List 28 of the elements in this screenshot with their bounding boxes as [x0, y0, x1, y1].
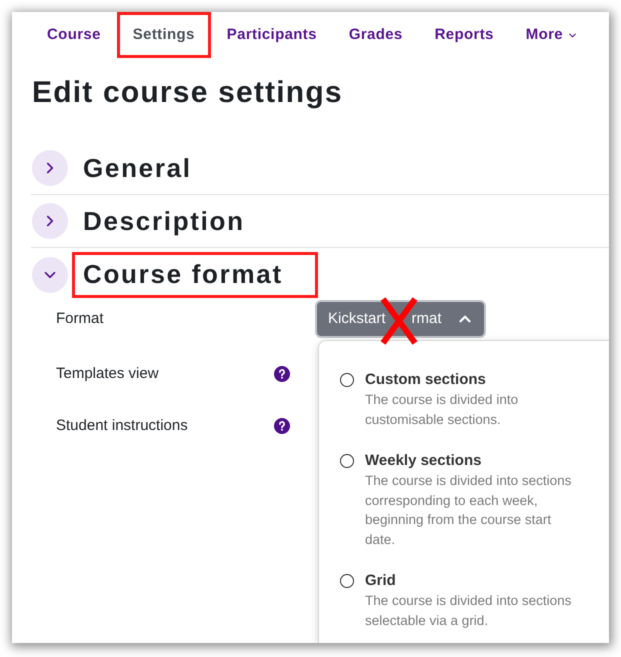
option-title[interactable]: Custom sections [365, 370, 579, 390]
section-toggle[interactable] [32, 256, 68, 292]
nav-tab[interactable]: Course [31, 12, 117, 58]
section-title[interactable]: Description [72, 198, 280, 244]
format-select[interactable]: Kickstart rmat [315, 300, 486, 338]
section-title[interactable]: Course format [72, 252, 318, 298]
radio-button[interactable] [340, 373, 354, 387]
field-label: Format [56, 308, 105, 329]
field-label: Templates view [56, 364, 160, 384]
option-description: The course is divided into customisable sections. [365, 391, 520, 428]
radio-button[interactable] [340, 454, 354, 468]
option-description: The course is divided into sections selectable via a grid. [365, 592, 572, 630]
option-description: The course is divided into sections corresponding to each week, beginning from the course start date. [365, 472, 572, 548]
help-icon[interactable] [274, 366, 290, 382]
radio-button[interactable] [340, 574, 354, 588]
nav-tab[interactable]: Reports [418, 12, 510, 58]
nav-tab[interactable]: Settings [116, 12, 211, 58]
nav-tab[interactable]: Grades [332, 12, 419, 58]
option-title[interactable]: Grid [365, 571, 579, 591]
section-toggle[interactable] [32, 203, 68, 239]
section-toggle[interactable] [32, 150, 68, 186]
nav-tab[interactable]: More [510, 12, 594, 58]
help-icon[interactable] [274, 418, 290, 434]
page-title: Edit course settings [32, 75, 344, 111]
field-label: Student instructions [56, 416, 189, 436]
section-title[interactable]: General [72, 145, 227, 191]
option-title[interactable]: Weekly sections [365, 451, 579, 471]
nav-tab[interactable]: Participants [210, 12, 333, 58]
